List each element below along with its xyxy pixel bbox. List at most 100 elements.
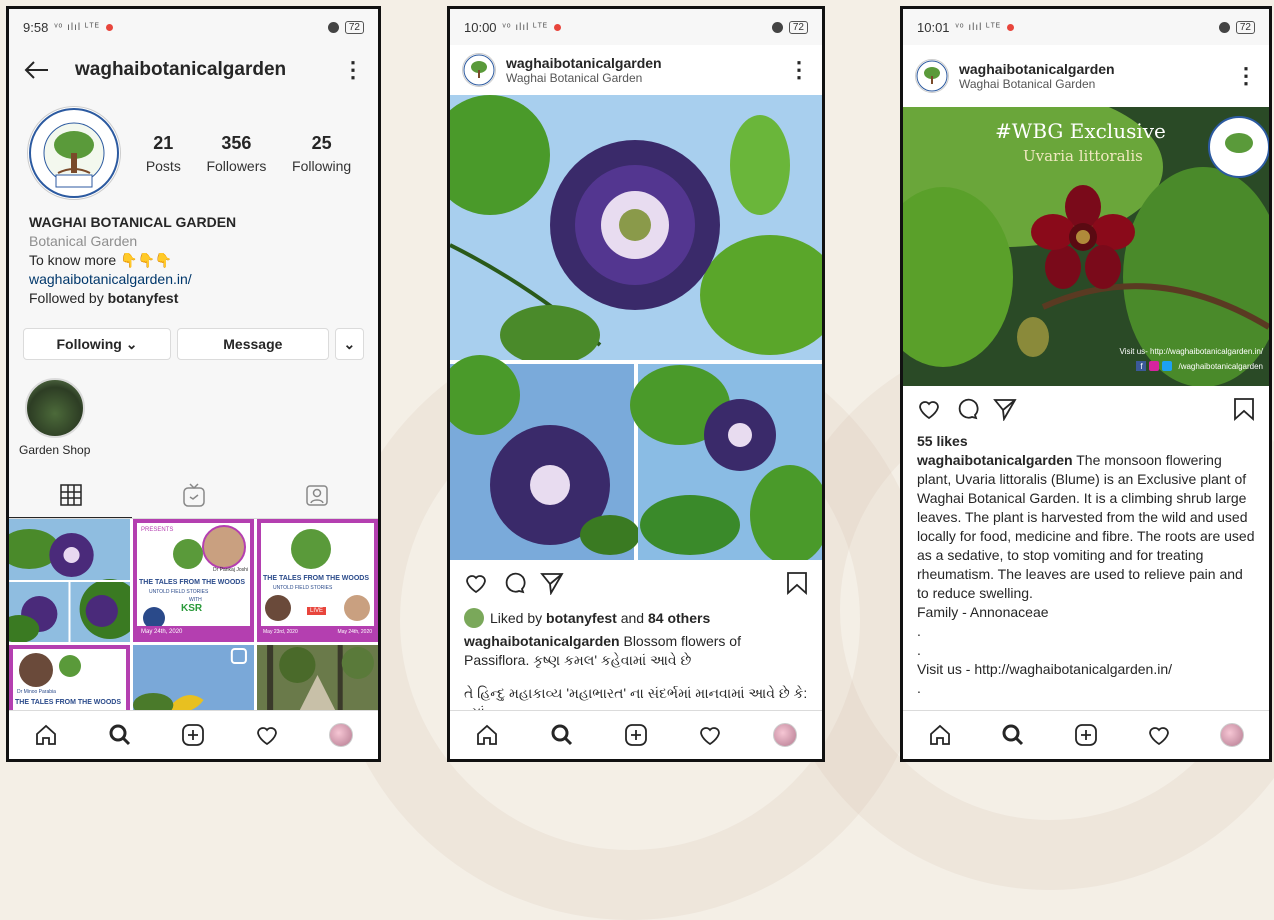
tales-date: May 24th, 2020 <box>137 626 250 638</box>
search-icon[interactable] <box>1000 722 1026 748</box>
post-author-avatar[interactable] <box>915 59 949 93</box>
post-username[interactable]: waghaibotanicalgarden <box>959 61 1235 77</box>
profile-avatar[interactable] <box>27 106 121 200</box>
posts-count[interactable]: 21 Posts <box>146 133 181 174</box>
tab-tagged[interactable] <box>255 472 378 518</box>
highlight-garden-shop[interactable] <box>25 378 85 438</box>
back-arrow-icon[interactable] <box>23 60 49 80</box>
bottom-navigation <box>450 710 822 759</box>
grid-post-tales-1[interactable]: PRESENTS Dr Pankaj Joshi THE TALES FROM … <box>133 519 254 642</box>
comment-icon[interactable] <box>502 571 526 595</box>
profile-summary: 21 Posts 356 Followers 25 Following <box>9 95 378 203</box>
like-heart-icon[interactable] <box>464 571 488 595</box>
post-image-uvaria[interactable]: #WBG Exclusive Uvaria littoralis Visit u… <box>903 107 1269 386</box>
grid-post-forest-path[interactable] <box>257 645 378 715</box>
share-icon[interactable] <box>540 571 564 595</box>
grid-post-tales-2[interactable]: THE TALES FROM THE WOODS UNTOLD FIELD ST… <box>257 519 378 642</box>
igtv-icon <box>182 483 205 507</box>
post-caption: waghaibotanicalgarden The monsoon flower… <box>903 451 1269 603</box>
more-options-icon[interactable]: ⋮ <box>342 59 364 81</box>
phone-post-passiflora: 10:00 ᵛᵒ ılıl ᴸᵀᴱ 72 waghaibotanicalgard… <box>447 6 825 762</box>
tab-grid[interactable] <box>9 472 132 518</box>
new-post-icon[interactable] <box>1073 722 1099 748</box>
grid-post-tales-3[interactable]: Dr Minoo Parabia THE TALES FROM THE WOOD… <box>9 645 130 715</box>
tagged-icon <box>305 485 328 506</box>
search-icon[interactable] <box>549 722 575 748</box>
image-species: Uvaria littoralis <box>1023 147 1143 165</box>
home-icon[interactable] <box>33 722 59 748</box>
new-post-icon[interactable] <box>180 722 206 748</box>
profile-actions: Following ⌄ Message ⌄ <box>9 320 378 370</box>
signal-icon: ᵛᵒ ılıl ᴸᵀᴱ <box>955 21 1002 33</box>
caption-visit: Visit us - http://waghaibotanicalgarden.… <box>917 661 1173 677</box>
post-author-avatar[interactable] <box>462 53 496 87</box>
bookmark-icon[interactable] <box>1233 397 1255 421</box>
phone-profile-screen: 9:58 ᵛᵒ ılıl ᴸᵀᴱ 72 waghaibotanicalgarde… <box>6 6 381 762</box>
alarm-icon <box>771 21 783 33</box>
post-username[interactable]: waghaibotanicalgarden <box>506 55 788 71</box>
profile-avatar-icon[interactable] <box>328 722 354 748</box>
message-button[interactable]: Message <box>176 328 329 360</box>
post-image-collage[interactable] <box>450 95 822 565</box>
status-time: 9:58 <box>23 19 49 35</box>
activity-heart-icon[interactable] <box>254 722 280 748</box>
tales-date: May 24th, 2020 <box>337 629 372 635</box>
bookmark-icon[interactable] <box>786 571 808 595</box>
phone-post-uvaria: 10:01 ᵛᵒ ılıl ᴸᵀᴱ 72 waghaibotanicalgard… <box>900 6 1272 762</box>
share-icon[interactable] <box>993 397 1017 421</box>
caption-username[interactable]: waghaibotanicalgarden <box>464 633 620 649</box>
followers-count[interactable]: 356 Followers <box>206 133 266 174</box>
battery-indicator: 72 <box>344 20 364 34</box>
likes-count[interactable]: 55 likes <box>903 432 1269 451</box>
flower-sky-thumb <box>133 645 254 715</box>
profile-username: waghaibotanicalgarden <box>75 59 287 80</box>
profile-category: Botanical Garden <box>29 233 138 249</box>
more-options-icon[interactable]: ⋮ <box>788 59 810 81</box>
like-heart-icon[interactable] <box>917 397 941 421</box>
tales-ksr: KSR <box>181 603 203 614</box>
grid-post-flower-sky[interactable] <box>133 645 254 715</box>
profile-avatar-icon[interactable] <box>1219 722 1245 748</box>
comment-icon[interactable] <box>955 397 979 421</box>
activity-heart-icon[interactable] <box>697 722 723 748</box>
garden-logo-icon <box>29 108 119 198</box>
image-handle: /waghaibotanicalgarden <box>1178 361 1263 371</box>
liked-by-line[interactable]: Liked by botanyfest and 84 others <box>450 608 822 628</box>
profile-header: waghaibotanicalgarden ⋮ <box>9 45 378 95</box>
signal-icon: ᵛᵒ ılıl ᴸᵀᴱ <box>54 21 100 33</box>
new-post-icon[interactable] <box>623 722 649 748</box>
followed-by[interactable]: Followed by botanyfest <box>29 289 358 308</box>
image-title: #WBG Exclusive <box>995 119 1166 143</box>
post-subtitle: Waghai Botanical Garden <box>506 71 643 85</box>
live-badge: LIVE <box>307 607 327 615</box>
grid-post-passiflora[interactable] <box>9 519 130 642</box>
passiflora-thumb <box>9 519 130 642</box>
caption-dot: . <box>917 623 921 639</box>
tales-subtitle: UNTOLD FIELD STORIES <box>149 589 209 595</box>
posts-grid: PRESENTS Dr Pankaj Joshi THE TALES FROM … <box>9 519 378 715</box>
liked-user[interactable]: botanyfest <box>546 610 617 626</box>
post-caption: waghaibotanicalgarden Blossom flowers of… <box>450 632 822 670</box>
bio-line: To know more 👇👇👇 <box>29 252 173 268</box>
tab-igtv[interactable] <box>132 472 255 518</box>
following-button[interactable]: Following ⌄ <box>23 328 171 360</box>
profile-bio: WAGHAI BOTANICAL GARDEN Botanical Garden… <box>9 203 378 320</box>
caption-family: Family - Annonaceae <box>917 604 1049 620</box>
profile-avatar-icon[interactable] <box>772 722 798 748</box>
profile-tabs <box>9 472 378 519</box>
following-count[interactable]: 25 Following <box>292 133 351 174</box>
post-actions <box>903 386 1269 432</box>
website-link[interactable]: waghaibotanicalgarden.in/ <box>29 270 358 289</box>
liked-count[interactable]: 84 others <box>648 610 710 626</box>
activity-heart-icon[interactable] <box>1146 722 1172 748</box>
twitter-icon <box>1162 361 1173 371</box>
search-icon[interactable] <box>107 722 133 748</box>
home-icon[interactable] <box>474 722 500 748</box>
speaker-name: Dr Pankaj Joshi <box>212 567 248 573</box>
suggestions-dropdown-button[interactable]: ⌄ <box>334 328 364 360</box>
caption-username[interactable]: waghaibotanicalgarden <box>917 452 1073 468</box>
tales-date: May 23rd, 2020 <box>263 629 298 635</box>
status-bar: 10:00 ᵛᵒ ılıl ᴸᵀᴱ 72 <box>450 9 822 45</box>
more-options-icon[interactable]: ⋮ <box>1235 65 1257 87</box>
home-icon[interactable] <box>927 722 953 748</box>
